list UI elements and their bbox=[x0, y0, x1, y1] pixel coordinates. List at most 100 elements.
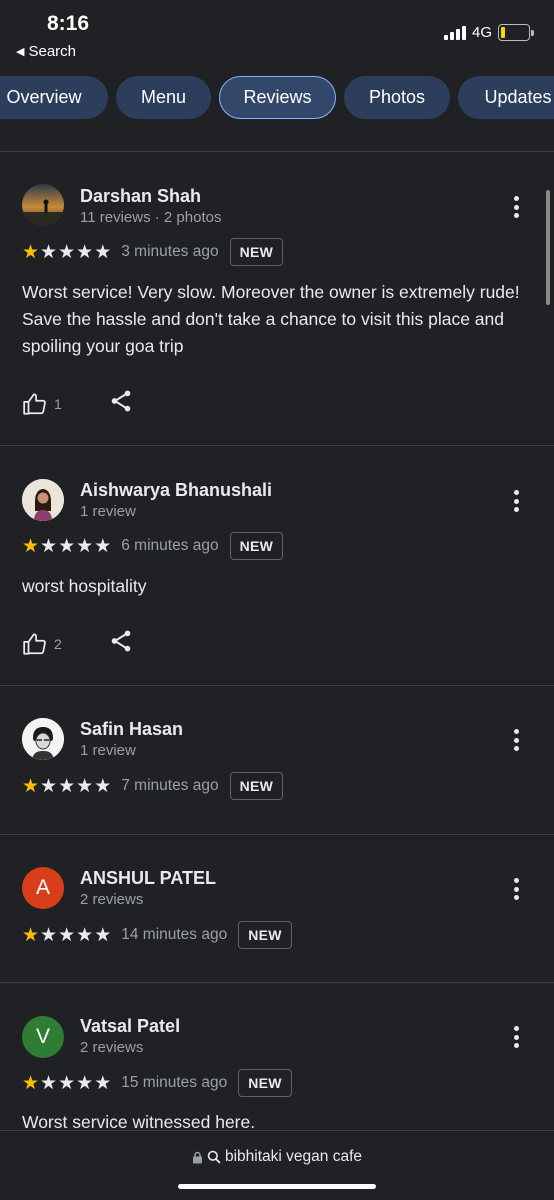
reviewer-name[interactable]: Vatsal Patel bbox=[80, 1016, 180, 1037]
star-rating: ★ ★ ★ ★ ★ bbox=[22, 535, 111, 558]
back-label: Search bbox=[28, 43, 76, 60]
more-options-icon[interactable] bbox=[506, 193, 526, 221]
share-button[interactable] bbox=[108, 628, 134, 659]
cellular-signal-icon bbox=[443, 25, 466, 40]
star-empty-icon: ★ bbox=[58, 924, 76, 946]
review-card: Darshan Shah 11 reviews · 2 photos ★ ★ ★ ★ ★… bbox=[0, 152, 554, 445]
place-tabs: Overview Menu Reviews Photos Updates bbox=[0, 76, 554, 120]
star-empty-icon: ★ bbox=[40, 535, 58, 557]
tab-updates[interactable]: Updates bbox=[458, 76, 554, 119]
status-bar: 8:16 ◀ Search 4G bbox=[0, 0, 554, 70]
status-indicators: 4G bbox=[443, 24, 534, 41]
review-text: Worst service witnessed here. bbox=[22, 1112, 256, 1130]
review-time: 15 minutes ago bbox=[121, 1074, 228, 1091]
more-options-icon[interactable] bbox=[506, 1023, 526, 1051]
status-time: 8:16 bbox=[47, 12, 90, 35]
reviewer-meta: 2 reviews bbox=[80, 1039, 144, 1056]
star-empty-icon: ★ bbox=[76, 535, 94, 557]
star-empty-icon: ★ bbox=[76, 241, 94, 263]
reviewer-name[interactable]: Darshan Shah bbox=[80, 186, 201, 207]
tab-menu[interactable]: Menu bbox=[116, 76, 211, 119]
tab-photos[interactable]: Photos bbox=[344, 76, 450, 119]
star-empty-icon: ★ bbox=[94, 775, 112, 797]
lock-icon bbox=[192, 1151, 202, 1163]
avatar[interactable] bbox=[22, 184, 64, 226]
reviewer-meta: 1 review bbox=[80, 742, 136, 759]
star-empty-icon: ★ bbox=[40, 924, 58, 946]
rating-row: ★ ★ ★ ★ ★ 3 minutes ago NEW bbox=[22, 237, 284, 267]
avatar[interactable] bbox=[22, 718, 64, 760]
more-options-icon[interactable] bbox=[506, 487, 526, 515]
like-button[interactable]: 1 bbox=[22, 391, 62, 417]
like-button[interactable]: 2 bbox=[22, 631, 62, 657]
star-empty-icon: ★ bbox=[58, 775, 76, 797]
star-empty-icon: ★ bbox=[94, 241, 112, 263]
review-card: A ANSHUL PATEL 2 reviews ★ ★ ★ ★ ★ 14 minute… bbox=[0, 835, 554, 982]
share-button[interactable] bbox=[108, 388, 134, 419]
back-triangle-icon: ◀ bbox=[16, 46, 25, 58]
review-time: 14 minutes ago bbox=[121, 926, 228, 943]
avatar-person-photo-icon bbox=[22, 479, 64, 521]
tab-reviews[interactable]: Reviews bbox=[219, 76, 336, 119]
reviewer-meta: 1 review bbox=[80, 503, 136, 520]
star-empty-icon: ★ bbox=[58, 535, 76, 557]
home-indicator[interactable] bbox=[178, 1184, 376, 1189]
star-filled-icon: ★ bbox=[22, 775, 40, 797]
star-empty-icon: ★ bbox=[76, 1072, 94, 1094]
rating-row: ★ ★ ★ ★ ★ 15 minutes ago NEW bbox=[22, 1068, 292, 1098]
review-text: Worst service! Very slow. Moreover the o… bbox=[22, 282, 520, 356]
address-bar[interactable]: bibhitaki vegan cafe bbox=[0, 1148, 554, 1166]
star-empty-icon: ★ bbox=[40, 775, 58, 797]
star-rating: ★ ★ ★ ★ ★ bbox=[22, 924, 111, 947]
review-time: 3 minutes ago bbox=[121, 243, 219, 260]
rating-row: ★ ★ ★ ★ ★ 14 minutes ago NEW bbox=[22, 920, 292, 950]
avatar-letter[interactable]: A bbox=[22, 867, 64, 909]
like-count: 2 bbox=[54, 635, 62, 652]
like-count: 1 bbox=[54, 395, 62, 412]
battery-icon bbox=[498, 24, 534, 41]
star-filled-icon: ★ bbox=[22, 1072, 40, 1094]
review-time: 6 minutes ago bbox=[121, 537, 219, 554]
star-rating: ★ ★ ★ ★ ★ bbox=[22, 775, 111, 798]
star-empty-icon: ★ bbox=[94, 1072, 112, 1094]
avatar-initial: V bbox=[35, 1025, 50, 1048]
avatar-sunset-photo-icon bbox=[22, 184, 64, 226]
new-badge: NEW bbox=[229, 532, 284, 560]
back-to-search-button[interactable]: ◀ Search bbox=[16, 43, 76, 60]
new-badge: NEW bbox=[229, 772, 284, 800]
review-card: Safin Hasan 1 review ★ ★ ★ ★ ★ 7 minutes ago… bbox=[0, 686, 554, 834]
review-card: V Vatsal Patel 2 reviews ★ ★ ★ ★ ★ 15 minute… bbox=[0, 983, 554, 1130]
star-empty-icon: ★ bbox=[58, 1072, 76, 1094]
browser-bottom-bar: bibhitaki vegan cafe bbox=[0, 1130, 554, 1200]
battery-level bbox=[501, 27, 505, 38]
reviewer-name[interactable]: Safin Hasan bbox=[80, 719, 183, 740]
star-empty-icon: ★ bbox=[76, 775, 94, 797]
share-icon bbox=[111, 630, 131, 652]
star-rating: ★ ★ ★ ★ ★ bbox=[22, 1072, 111, 1095]
tab-overview[interactable]: Overview bbox=[0, 76, 108, 119]
review-text: worst hospitality bbox=[22, 576, 147, 596]
star-rating: ★ ★ ★ ★ ★ bbox=[22, 241, 111, 264]
rating-row: ★ ★ ★ ★ ★ 7 minutes ago NEW bbox=[22, 771, 284, 801]
new-badge: NEW bbox=[229, 238, 284, 266]
more-options-icon[interactable] bbox=[506, 875, 526, 903]
review-actions: 2 bbox=[22, 628, 134, 659]
review-actions: 1 bbox=[22, 388, 134, 419]
search-icon bbox=[207, 1150, 221, 1164]
star-empty-icon: ★ bbox=[76, 924, 94, 946]
network-type: 4G bbox=[471, 24, 492, 41]
avatar-person-photo-icon bbox=[22, 718, 64, 760]
reviewer-name[interactable]: Aishwarya Bhanushali bbox=[80, 480, 272, 501]
avatar-initial: A bbox=[35, 876, 50, 899]
star-filled-icon: ★ bbox=[22, 924, 40, 946]
star-empty-icon: ★ bbox=[40, 241, 58, 263]
reviewer-meta: 2 reviews bbox=[80, 891, 144, 908]
avatar-letter[interactable]: V bbox=[22, 1016, 64, 1058]
scrollbar[interactable] bbox=[546, 190, 550, 305]
address-text: bibhitaki vegan cafe bbox=[224, 1148, 362, 1165]
thumbs-up-icon bbox=[23, 392, 46, 415]
star-empty-icon: ★ bbox=[40, 1072, 58, 1094]
reviewer-name[interactable]: ANSHUL PATEL bbox=[80, 868, 216, 889]
more-options-icon[interactable] bbox=[506, 726, 526, 754]
avatar[interactable] bbox=[22, 479, 64, 521]
